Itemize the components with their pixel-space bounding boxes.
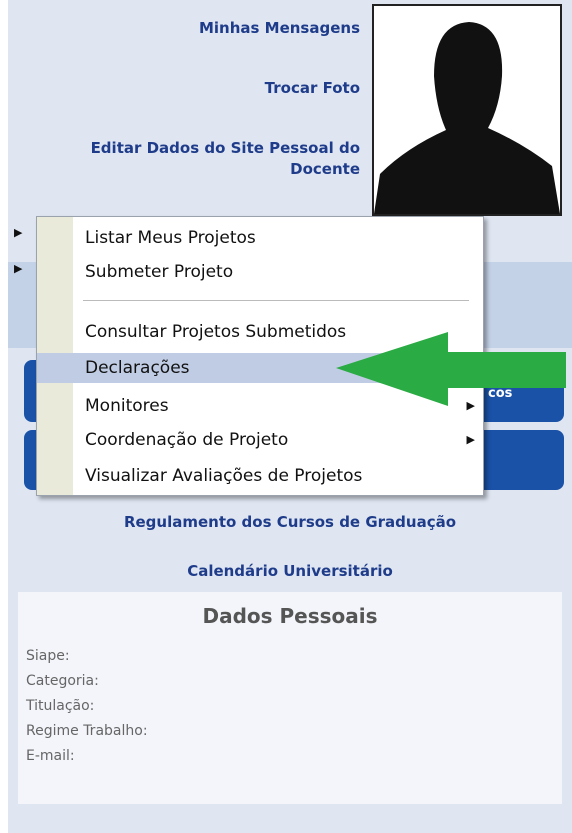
- field-categoria: Categoria:: [26, 673, 99, 689]
- green-arrow-icon: [336, 332, 566, 406]
- field-email: E-mail:: [26, 748, 75, 764]
- menu-item-label: Submeter Projeto: [85, 262, 234, 282]
- regulamento-link[interactable]: Regulamento dos Cursos de Graduação: [8, 513, 572, 531]
- minhas-mensagens-link[interactable]: Minhas Mensagens: [30, 18, 360, 39]
- profile-photo[interactable]: [372, 4, 562, 216]
- menu-item-label: Visualizar Avaliações de Projetos: [85, 466, 363, 486]
- field-siape: Siape:: [26, 648, 70, 664]
- editar-dados-line1: Editar Dados do Site Pessoal do: [90, 139, 360, 157]
- trocar-foto-link[interactable]: Trocar Foto: [30, 78, 360, 99]
- menu-item-label: Consultar Projetos Submetidos: [85, 322, 347, 342]
- menu-item-label: Declarações: [85, 358, 190, 378]
- menu-item-label: Coordenação de Projeto: [85, 430, 289, 450]
- editar-dados-line2: Docente: [290, 160, 360, 178]
- calendario-link[interactable]: Calendário Universitário: [8, 562, 572, 580]
- menu-item-label: Listar Meus Projetos: [85, 228, 256, 248]
- parent-menu-arrow-icon: ▶: [14, 262, 23, 275]
- menu-item-visualizar-avaliacoes[interactable]: Visualizar Avaliações de Projetos: [37, 461, 483, 491]
- menu-item-label: Monitores: [85, 396, 169, 416]
- submenu-arrow-icon: ▶: [466, 433, 475, 446]
- menu-separator: [83, 300, 469, 301]
- field-titulacao: Titulação:: [26, 698, 95, 714]
- field-regime: Regime Trabalho:: [26, 723, 148, 739]
- menu-item-listar-projetos[interactable]: Listar Meus Projetos: [37, 223, 483, 253]
- person-silhouette-icon: [374, 22, 560, 214]
- menu-item-coordenacao[interactable]: Coordenação de Projeto ▶: [37, 425, 483, 455]
- dados-pessoais-title: Dados Pessoais: [202, 604, 378, 628]
- editar-dados-link[interactable]: Editar Dados do Site Pessoal do Docente: [0, 138, 360, 180]
- menu-item-submeter-projeto[interactable]: Submeter Projeto: [37, 257, 483, 287]
- parent-menu-arrow-icon: ▶: [14, 226, 23, 239]
- dados-pessoais-box: Dados Pessoais Siape: Categoria: Titulaç…: [18, 592, 562, 804]
